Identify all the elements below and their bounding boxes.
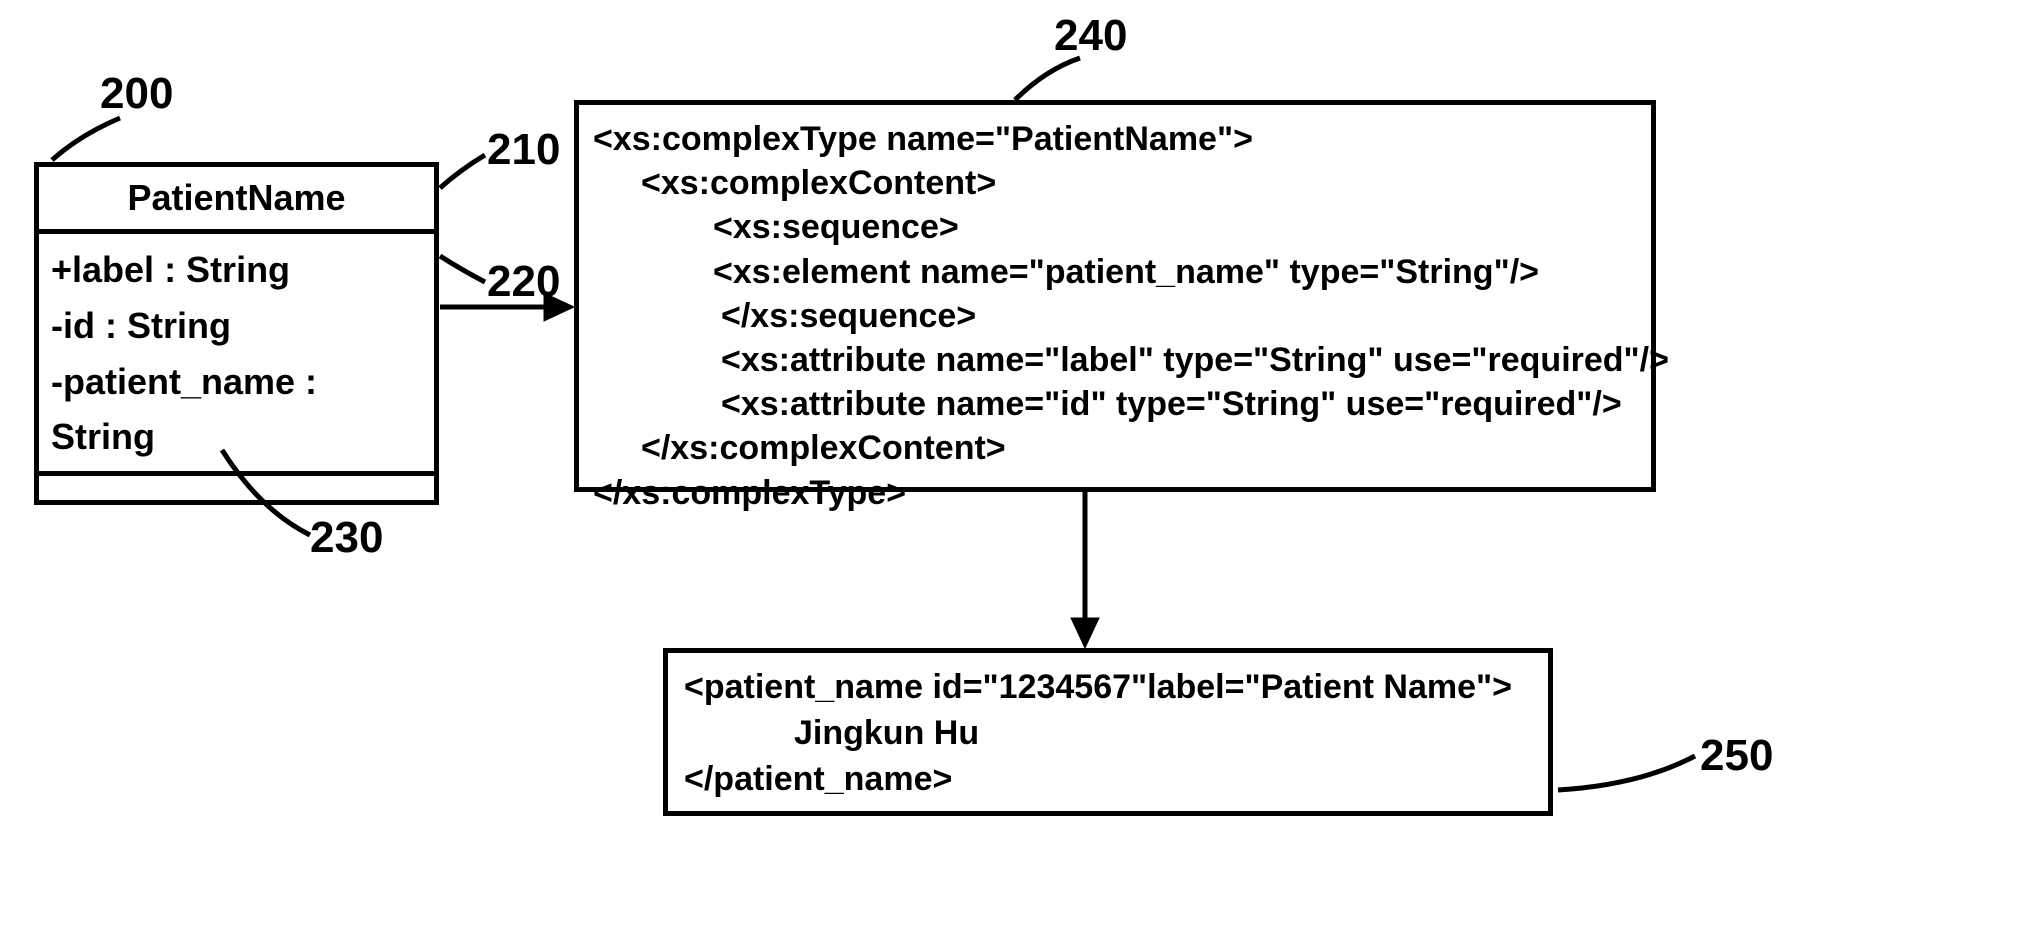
schema-line-2: <xs:complexContent> [593,161,1637,205]
leader-210 [440,155,485,188]
leader-250 [1558,756,1695,790]
ref-label-240: 240 [1054,14,1127,58]
instance-line-3: </patient_name> [684,757,1532,803]
uml-attributes: +label : String -id : String -patient_na… [39,234,434,476]
uml-class-box: PatientName +label : String -id : String… [34,162,439,505]
schema-line-1: <xs:complexType name="PatientName"> [593,117,1637,161]
leader-200 [52,118,120,160]
arrow-schema-to-instance-head [1071,618,1099,648]
schema-line-5: </xs:sequence> [593,294,1637,338]
uml-attr-label: +label : String [51,242,422,298]
ref-label-230: 230 [310,516,383,560]
schema-line-7: <xs:attribute name="id" type="String" us… [593,382,1637,426]
uml-class-name: PatientName [39,167,434,234]
schema-line-8: </xs:complexContent> [593,426,1637,470]
ref-label-220: 220 [487,260,560,304]
schema-line-4: <xs:element name="patient_name" type="St… [593,250,1637,294]
leader-240 [1015,58,1080,100]
uml-attr-patient-name: -patient_name : String [51,354,422,466]
schema-line-3: <xs:sequence> [593,205,1637,249]
uml-attr-id: -id : String [51,298,422,354]
schema-line-6: <xs:attribute name="label" type="String"… [593,338,1637,382]
instance-line-2: Jingkun Hu [684,711,1532,757]
leader-220 [440,256,485,282]
xml-instance-box: <patient_name id="1234567"label="Patient… [663,648,1553,816]
xml-schema-box: <xs:complexType name="PatientName"> <xs:… [574,100,1656,492]
ref-label-200: 200 [100,72,173,116]
ref-label-210: 210 [487,128,560,172]
ref-label-250: 250 [1700,734,1773,778]
schema-line-9: </xs:complexType> [593,471,1637,515]
instance-line-1: <patient_name id="1234567"label="Patient… [684,665,1532,711]
uml-operations-empty [39,476,434,500]
